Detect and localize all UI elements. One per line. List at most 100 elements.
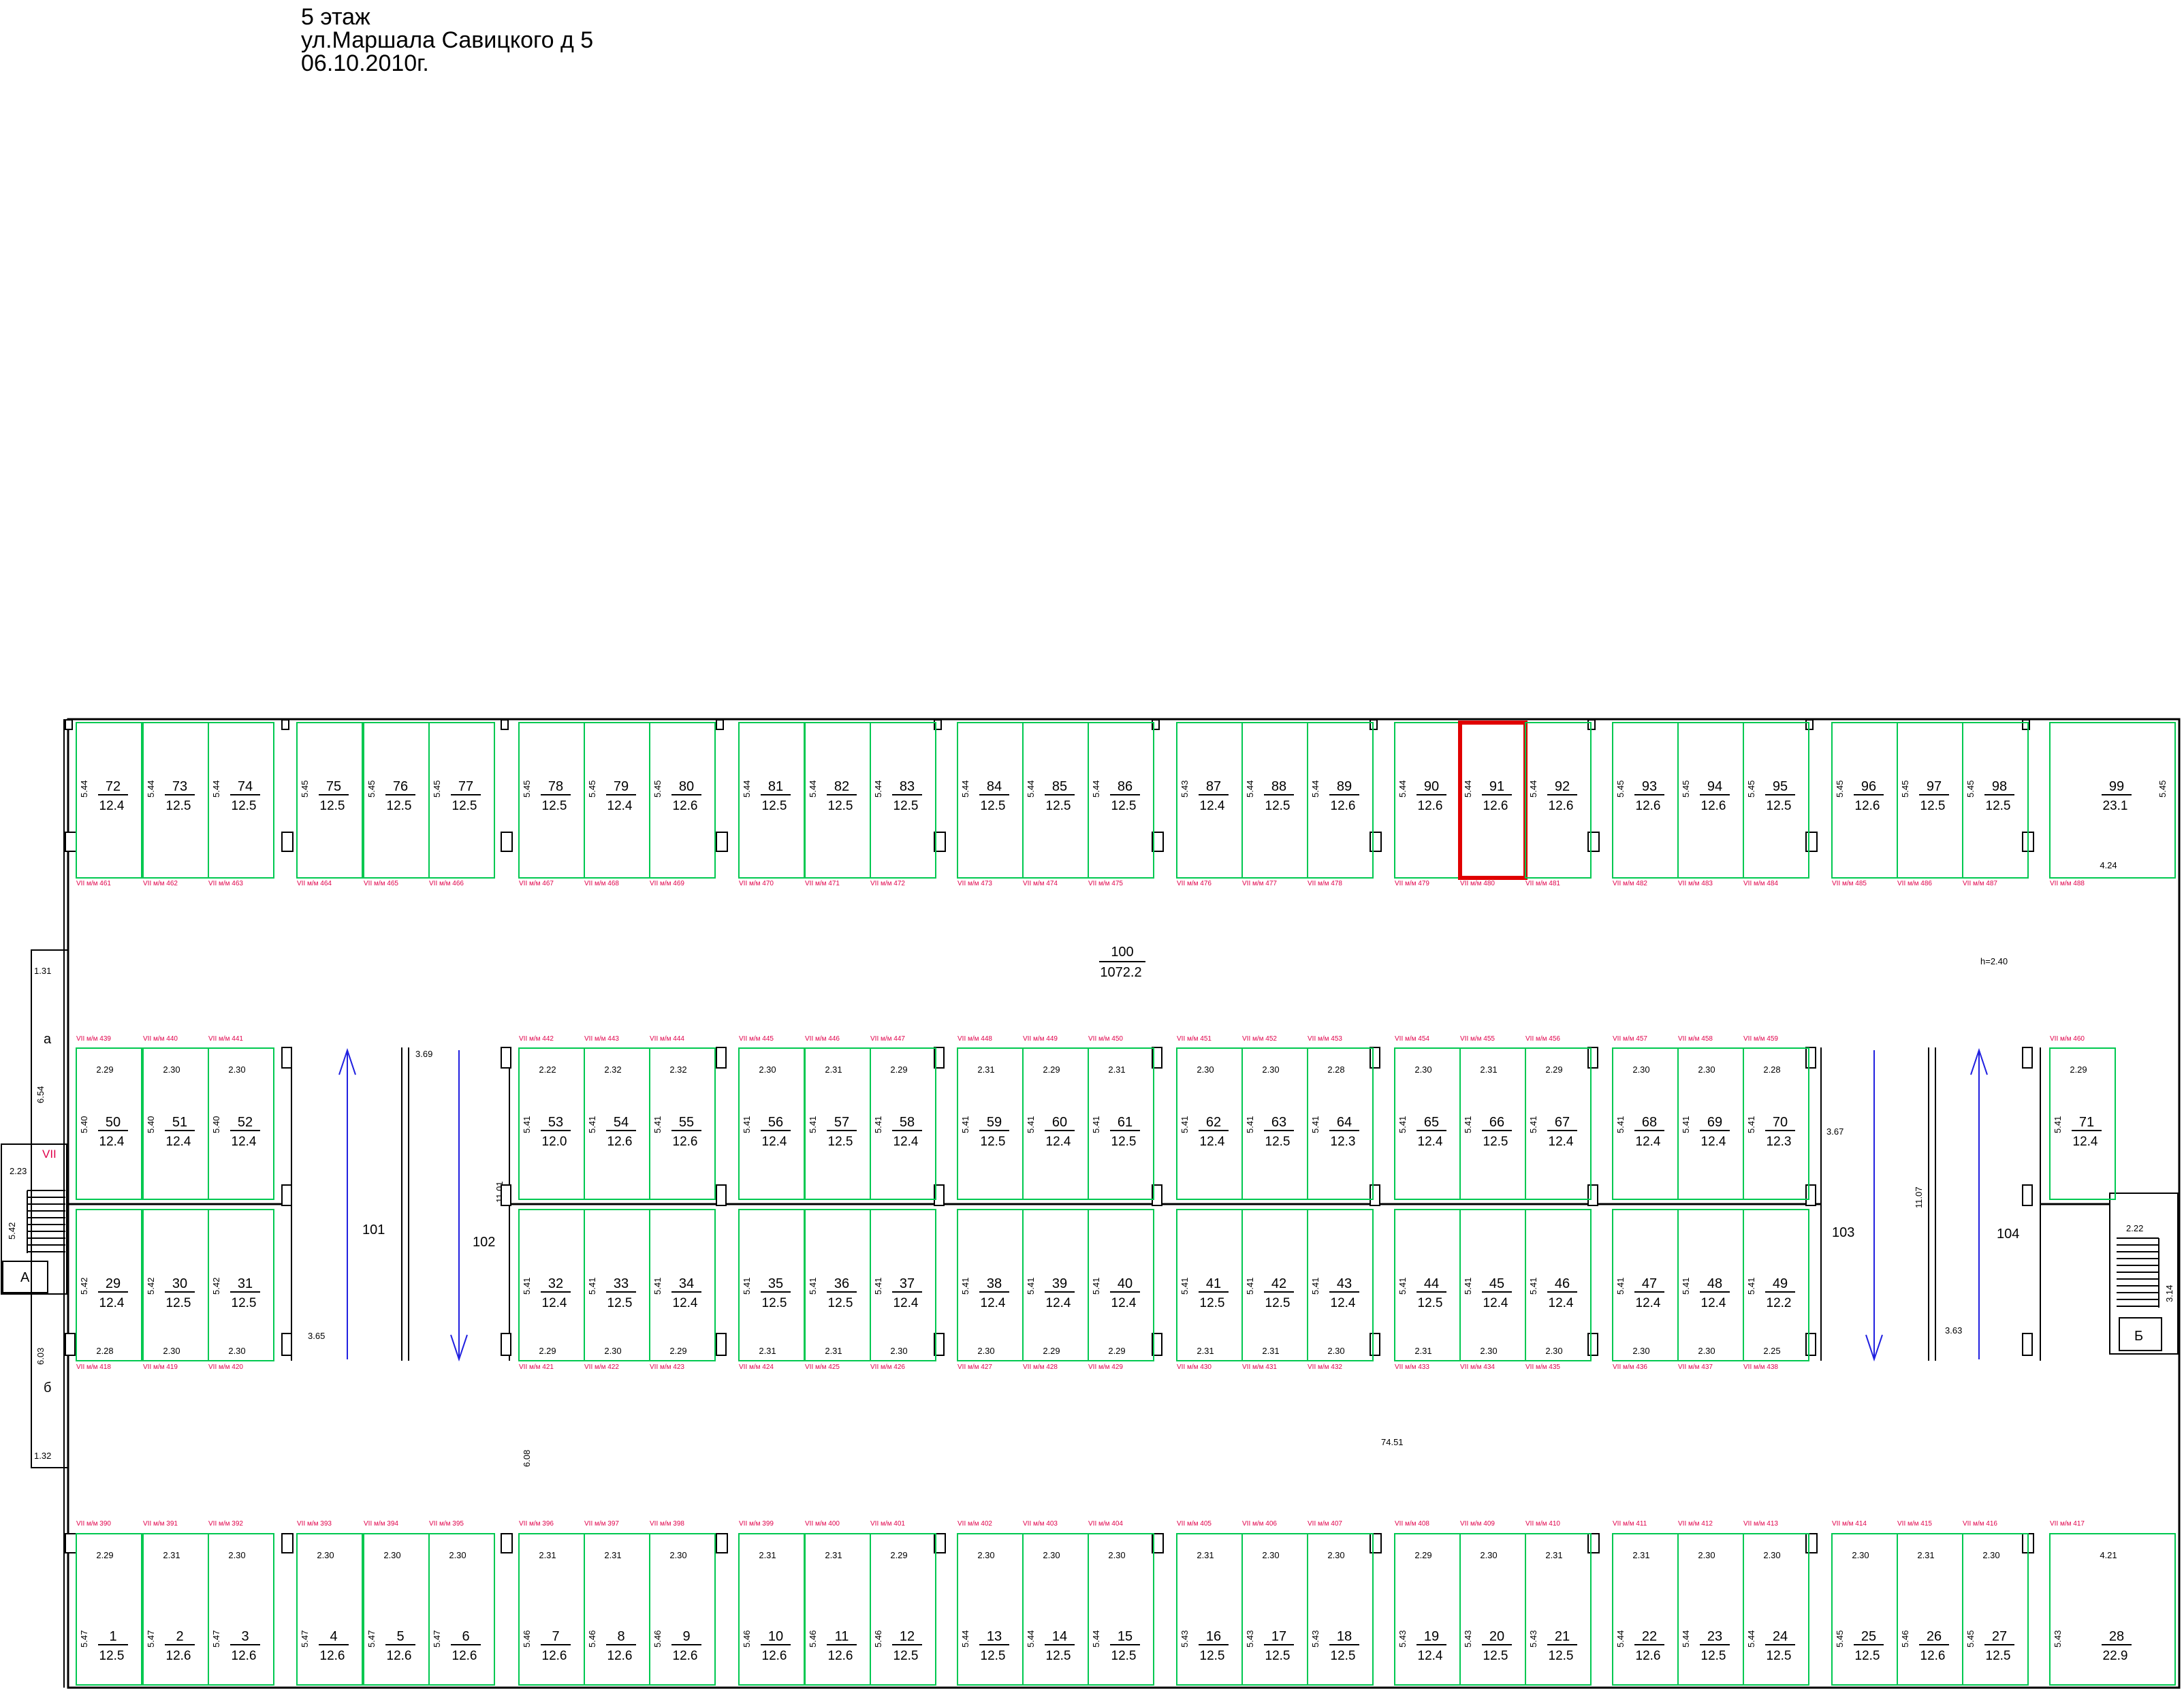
parking-cell-26[interactable]: 26 12.6 5.46 2.31 VII м/м 415 [1897, 1520, 1963, 1686]
parking-cell-21[interactable]: 21 12.5 5.43 2.31 VII м/м 410 [1525, 1520, 1592, 1686]
parking-cell-60[interactable]: 60 12.4 5.41 2.29 VII м/м 449 [1022, 1035, 1089, 1200]
parking-cell-87[interactable]: 87 12.4 5.43 VII м/м 476 [1176, 722, 1243, 887]
parking-cell-29[interactable]: 29 12.4 5.42 2.28 VII м/м 418 [76, 1209, 142, 1371]
stair-left[interactable]: A VII 2.23 5.42 1.31 6.54 6.03 1.32 а б [1, 949, 69, 1468]
parking-cell-50[interactable]: 50 12.4 5.40 2.29 VII м/м 439 [76, 1035, 142, 1200]
parking-cell-98[interactable]: 98 12.5 5.45 VII м/м 487 [1962, 722, 2029, 887]
parking-cell-64[interactable]: 64 12.3 5.41 2.28 VII м/м 453 [1307, 1035, 1374, 1200]
parking-cell-7[interactable]: 7 12.6 5.46 2.31 VII м/м 396 [518, 1520, 585, 1686]
parking-cell-47[interactable]: 47 12.4 5.41 2.30 VII м/м 436 [1612, 1209, 1679, 1371]
parking-cell-41[interactable]: 41 12.5 5.41 2.31 VII м/м 430 [1176, 1209, 1243, 1371]
parking-cell-58[interactable]: 58 12.4 5.41 2.29 VII м/м 447 [870, 1035, 936, 1200]
parking-cell-5[interactable]: 5 12.6 5.47 2.30 VII м/м 394 [363, 1520, 430, 1686]
parking-cell-69[interactable]: 69 12.4 5.41 2.30 VII м/м 458 [1677, 1035, 1744, 1200]
parking-cell-38[interactable]: 38 12.4 5.41 2.30 VII м/м 427 [957, 1209, 1024, 1371]
parking-cell-56[interactable]: 56 12.4 5.41 2.30 VII м/м 445 [738, 1035, 805, 1200]
parking-cell-44[interactable]: 44 12.5 5.41 2.31 VII м/м 433 [1394, 1209, 1461, 1371]
parking-cell-28[interactable]: 28 22.9 5.43 4.21 VII м/м 417 [2049, 1520, 2176, 1686]
parking-cell-46[interactable]: 46 12.4 5.41 2.30 VII м/м 435 [1525, 1209, 1592, 1371]
parking-cell-35[interactable]: 35 12.5 5.41 2.31 VII м/м 424 [738, 1209, 805, 1371]
stair-right[interactable]: Б 2.22 3.14 [2109, 1193, 2179, 1355]
parking-cell-70[interactable]: 70 12.3 5.41 2.28 VII м/м 459 [1743, 1035, 1809, 1200]
parking-cell-73[interactable]: 73 12.5 5.44 VII м/м 462 [142, 722, 209, 887]
parking-cell-13[interactable]: 13 12.5 5.44 2.30 VII м/м 402 [957, 1520, 1024, 1686]
parking-cell-40[interactable]: 40 12.4 5.41 2.29 VII м/м 429 [1088, 1209, 1154, 1371]
parking-cell-61[interactable]: 61 12.5 5.41 2.31 VII м/м 450 [1088, 1035, 1154, 1200]
parking-cell-90[interactable]: 90 12.6 5.44 VII м/м 479 [1394, 722, 1461, 887]
parking-cell-43[interactable]: 43 12.4 5.41 2.30 VII м/м 432 [1307, 1209, 1374, 1371]
parking-cell-15[interactable]: 15 12.5 5.44 2.30 VII м/м 404 [1088, 1520, 1154, 1686]
parking-cell-2[interactable]: 2 12.6 5.47 2.31 VII м/м 391 [142, 1520, 209, 1686]
parking-cell-99[interactable]: 99 23.1 5.45 4.24 VII м/м 488 [2049, 722, 2176, 887]
parking-cell-63[interactable]: 63 12.5 5.41 2.30 VII м/м 452 [1241, 1035, 1308, 1200]
parking-cell-71[interactable]: 71 12.4 5.41 2.29 VII м/м 460 [2049, 1035, 2116, 1200]
parking-cell-84[interactable]: 84 12.5 5.44 VII м/м 473 [957, 722, 1024, 887]
parking-cell-34[interactable]: 34 12.4 5.41 2.29 VII м/м 423 [649, 1209, 716, 1371]
parking-cell-77[interactable]: 77 12.5 5.45 VII м/м 466 [428, 722, 495, 887]
parking-cell-78[interactable]: 78 12.5 5.45 VII м/м 467 [518, 722, 585, 887]
parking-cell-27[interactable]: 27 12.5 5.45 2.30 VII м/м 416 [1962, 1520, 2029, 1686]
parking-cell-8[interactable]: 8 12.6 5.46 2.31 VII м/м 397 [584, 1520, 650, 1686]
parking-cell-10[interactable]: 10 12.6 5.46 2.31 VII м/м 399 [738, 1520, 805, 1686]
parking-cell-88[interactable]: 88 12.5 5.44 VII м/м 477 [1241, 722, 1308, 887]
parking-cell-12[interactable]: 12 12.5 5.46 2.29 VII м/м 401 [870, 1520, 936, 1686]
parking-cell-9[interactable]: 9 12.6 5.46 2.30 VII м/м 398 [649, 1520, 716, 1686]
parking-cell-30[interactable]: 30 12.5 5.42 2.30 VII м/м 419 [142, 1209, 209, 1371]
parking-cell-49[interactable]: 49 12.2 5.41 2.25 VII м/м 438 [1743, 1209, 1809, 1371]
parking-cell-89[interactable]: 89 12.6 5.44 VII м/м 478 [1307, 722, 1374, 887]
parking-cell-18[interactable]: 18 12.5 5.43 2.30 VII м/м 407 [1307, 1520, 1374, 1686]
parking-cell-86[interactable]: 86 12.5 5.44 VII м/м 475 [1088, 722, 1154, 887]
parking-cell-76[interactable]: 76 12.5 5.45 VII м/м 465 [363, 722, 430, 887]
parking-cell-94[interactable]: 94 12.6 5.45 VII м/м 483 [1677, 722, 1744, 887]
parking-cell-48[interactable]: 48 12.4 5.41 2.30 VII м/м 437 [1677, 1209, 1744, 1371]
parking-cell-14[interactable]: 14 12.5 5.44 2.30 VII м/м 403 [1022, 1520, 1089, 1686]
parking-cell-97[interactable]: 97 12.5 5.45 VII м/м 486 [1897, 722, 1963, 887]
parking-cell-74[interactable]: 74 12.5 5.44 VII м/м 463 [208, 722, 274, 887]
parking-cell-36[interactable]: 36 12.5 5.41 2.31 VII м/м 425 [804, 1209, 871, 1371]
parking-cell-65[interactable]: 65 12.4 5.41 2.30 VII м/м 454 [1394, 1035, 1461, 1200]
parking-cell-67[interactable]: 67 12.4 5.41 2.29 VII м/м 456 [1525, 1035, 1592, 1200]
parking-cell-72[interactable]: 72 12.4 5.44 VII м/м 461 [76, 722, 142, 887]
parking-cell-59[interactable]: 59 12.5 5.41 2.31 VII м/м 448 [957, 1035, 1024, 1200]
parking-cell-32[interactable]: 32 12.4 5.41 2.29 VII м/м 421 [518, 1209, 585, 1371]
parking-cell-4[interactable]: 4 12.6 5.47 2.30 VII м/м 393 [296, 1520, 363, 1686]
parking-cell-11[interactable]: 11 12.6 5.46 2.31 VII м/м 400 [804, 1520, 871, 1686]
parking-cell-85[interactable]: 85 12.5 5.44 VII м/м 474 [1022, 722, 1089, 887]
parking-cell-39[interactable]: 39 12.4 5.41 2.29 VII м/м 428 [1022, 1209, 1089, 1371]
parking-cell-82[interactable]: 82 12.5 5.44 VII м/м 471 [804, 722, 871, 887]
parking-cell-1[interactable]: 1 12.5 5.47 2.29 VII м/м 390 [76, 1520, 142, 1686]
parking-cell-55[interactable]: 55 12.6 5.41 2.32 VII м/м 444 [649, 1035, 716, 1200]
parking-cell-3[interactable]: 3 12.6 5.47 2.30 VII м/м 392 [208, 1520, 274, 1686]
parking-cell-31[interactable]: 31 12.5 5.42 2.30 VII м/м 420 [208, 1209, 274, 1371]
parking-cell-66[interactable]: 66 12.5 5.41 2.31 VII м/м 455 [1459, 1035, 1526, 1200]
parking-cell-51[interactable]: 51 12.4 5.40 2.30 VII м/м 440 [142, 1035, 209, 1200]
parking-cell-22[interactable]: 22 12.6 5.44 2.31 VII м/м 411 [1612, 1520, 1679, 1686]
parking-cell-80[interactable]: 80 12.6 5.45 VII м/м 469 [649, 722, 716, 887]
parking-cell-92[interactable]: 92 12.6 5.44 VII м/м 481 [1525, 722, 1592, 887]
parking-cell-54[interactable]: 54 12.6 5.41 2.32 VII м/м 443 [584, 1035, 650, 1200]
parking-cell-93[interactable]: 93 12.6 5.45 VII м/м 482 [1612, 722, 1679, 887]
parking-cell-57[interactable]: 57 12.5 5.41 2.31 VII м/м 446 [804, 1035, 871, 1200]
parking-cell-17[interactable]: 17 12.5 5.43 2.30 VII м/м 406 [1241, 1520, 1308, 1686]
parking-cell-83[interactable]: 83 12.5 5.44 VII м/м 472 [870, 722, 936, 887]
parking-cell-91[interactable]: 91 12.6 5.44 VII м/м 480 [1458, 721, 1528, 887]
parking-cell-16[interactable]: 16 12.5 5.43 2.31 VII м/м 405 [1176, 1520, 1243, 1686]
parking-cell-19[interactable]: 19 12.4 5.43 2.29 VII м/м 408 [1394, 1520, 1461, 1686]
parking-cell-81[interactable]: 81 12.5 5.44 VII м/м 470 [738, 722, 805, 887]
parking-cell-96[interactable]: 96 12.6 5.45 VII м/м 485 [1831, 722, 1898, 887]
parking-cell-79[interactable]: 79 12.4 5.45 VII м/м 468 [584, 722, 650, 887]
parking-cell-62[interactable]: 62 12.4 5.41 2.30 VII м/м 451 [1176, 1035, 1243, 1200]
parking-cell-42[interactable]: 42 12.5 5.41 2.31 VII м/м 431 [1241, 1209, 1308, 1371]
parking-cell-75[interactable]: 75 12.5 5.45 VII м/м 464 [296, 722, 363, 887]
parking-cell-25[interactable]: 25 12.5 5.45 2.30 VII м/м 414 [1831, 1520, 1898, 1686]
parking-cell-95[interactable]: 95 12.5 5.45 VII м/м 484 [1743, 722, 1809, 887]
parking-cell-37[interactable]: 37 12.4 5.41 2.30 VII м/м 426 [870, 1209, 936, 1371]
parking-cell-20[interactable]: 20 12.5 5.43 2.30 VII м/м 409 [1459, 1520, 1526, 1686]
parking-cell-33[interactable]: 33 12.5 5.41 2.30 VII м/м 422 [584, 1209, 650, 1371]
parking-cell-53[interactable]: 53 12.0 5.41 2.22 VII м/м 442 [518, 1035, 585, 1200]
parking-cell-23[interactable]: 23 12.5 5.44 2.30 VII м/м 412 [1677, 1520, 1744, 1686]
parking-cell-45[interactable]: 45 12.4 5.41 2.30 VII м/м 434 [1459, 1209, 1526, 1371]
parking-cell-68[interactable]: 68 12.4 5.41 2.30 VII м/м 457 [1612, 1035, 1679, 1200]
parking-cell-24[interactable]: 24 12.5 5.44 2.30 VII м/м 413 [1743, 1520, 1809, 1686]
hall-label[interactable]: 100 1072.2 [1099, 945, 1145, 980]
